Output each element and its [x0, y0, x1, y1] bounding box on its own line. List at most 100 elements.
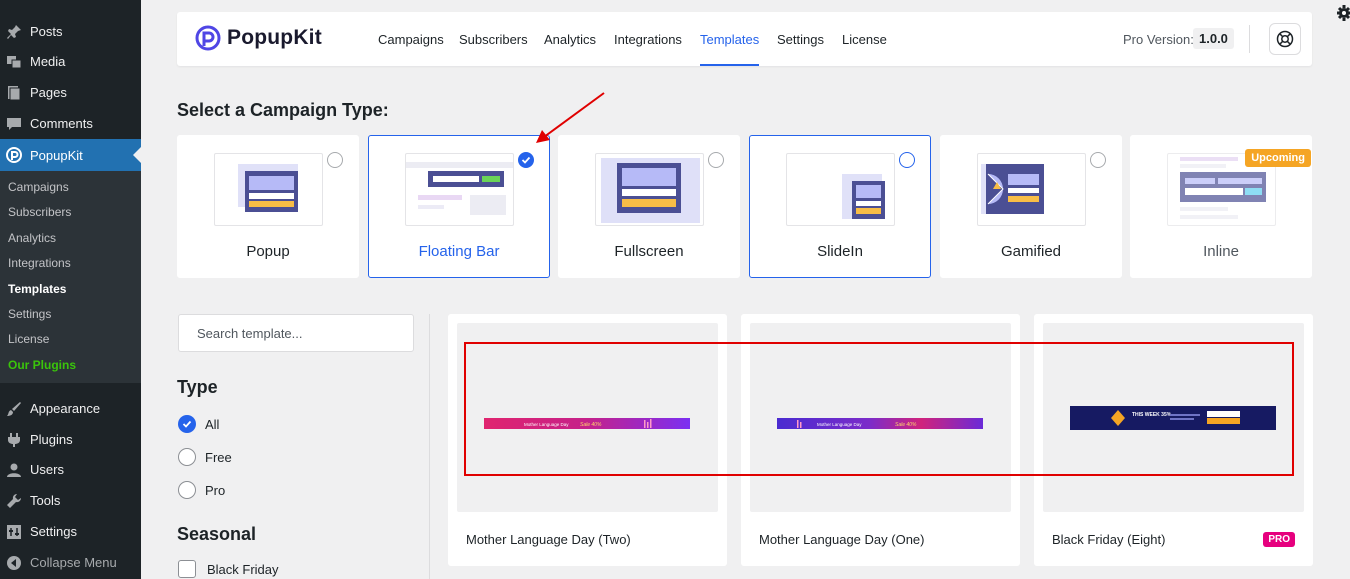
- sidebar-item-label: PopupKit: [30, 147, 83, 163]
- radio-free[interactable]: [178, 448, 196, 466]
- seasonal-filter-title: Seasonal: [177, 524, 257, 544]
- submenu-integrations[interactable]: Integrations: [8, 253, 71, 273]
- radio-slidein[interactable]: [899, 152, 915, 168]
- campaign-card-gamified[interactable]: Gamified: [940, 135, 1122, 278]
- radio-fullscreen[interactable]: [708, 152, 724, 168]
- type-option-label: Pro: [205, 482, 226, 498]
- nav-campaigns[interactable]: Campaigns: [378, 32, 444, 66]
- nav-settings[interactable]: Settings: [777, 32, 824, 66]
- type-option-pro[interactable]: Pro: [178, 481, 225, 499]
- check-icon: [521, 156, 531, 164]
- campaign-card-slidein[interactable]: SlideIn: [749, 135, 931, 278]
- annotation-highlight-box: [464, 342, 1294, 476]
- annotation-arrow: [536, 92, 605, 143]
- campaign-card-fullscreen[interactable]: Fullscreen: [558, 135, 740, 278]
- user-icon: [6, 462, 22, 478]
- submenu-campaigns[interactable]: Campaigns: [8, 177, 69, 197]
- campaign-label: Floating Bar: [418, 243, 500, 260]
- collapse-icon: [6, 555, 22, 571]
- comments-icon: [6, 116, 22, 132]
- submenu-our-plugins[interactable]: Our Plugins: [8, 355, 76, 375]
- nav-integrations[interactable]: Integrations: [614, 32, 682, 66]
- sidebar-item-label: Comments: [30, 116, 93, 131]
- sidebar-item-tools[interactable]: Tools: [0, 485, 141, 516]
- sidebar-item-label: Appearance: [30, 401, 101, 416]
- nav-analytics[interactable]: Analytics: [544, 32, 596, 66]
- pro-badge: PRO: [1263, 532, 1295, 547]
- sidebar-item-plugins[interactable]: Plugins: [0, 424, 141, 455]
- fullscreen-thumbnail: [595, 153, 704, 226]
- floating-bar-thumbnail: [405, 153, 514, 226]
- campaign-card-inline: Upcoming Inline: [1130, 135, 1312, 278]
- nav-templates[interactable]: Templates: [700, 32, 760, 66]
- pro-version-label: Pro Version:: [1123, 32, 1194, 47]
- help-button[interactable]: [1269, 23, 1301, 55]
- nav-license[interactable]: License: [842, 32, 887, 66]
- search-template-input[interactable]: [178, 314, 414, 352]
- gamified-thumbnail: [977, 153, 1086, 226]
- campaign-type-title: Select a Campaign Type:: [177, 100, 389, 120]
- template-name: Mother Language Day (Two): [466, 532, 631, 547]
- sidebar-item-popupkit[interactable]: PopupKit: [0, 139, 141, 171]
- seasonal-option-label: Black Friday: [207, 561, 279, 577]
- sidebar-item-media[interactable]: Media: [0, 46, 141, 77]
- seasonal-option-black-friday[interactable]: Black Friday: [178, 560, 279, 578]
- sidebar-item-users[interactable]: Users: [0, 454, 141, 485]
- campaign-label: Popup: [246, 243, 290, 260]
- collapse-menu-button[interactable]: Collapse Menu: [0, 547, 141, 578]
- popupkit-submenu: Campaigns Subscribers Analytics Integrat…: [0, 171, 141, 383]
- lifebuoy-icon: [1276, 30, 1294, 48]
- sidebar-item-label: Collapse Menu: [30, 555, 117, 570]
- pin-icon: [6, 24, 22, 40]
- type-option-free[interactable]: Free: [178, 448, 232, 466]
- pages-icon: [6, 85, 22, 101]
- sidebar-item-pages[interactable]: Pages: [0, 77, 141, 108]
- sidebar-item-appearance[interactable]: Appearance: [0, 393, 141, 424]
- campaign-label: SlideIn: [817, 243, 863, 260]
- popupkit-logo-icon: [195, 25, 221, 51]
- sidebar-item-label: Users: [30, 462, 64, 477]
- settings-icon: [6, 524, 22, 540]
- type-option-label: Free: [205, 449, 232, 465]
- type-option-all[interactable]: All: [178, 415, 219, 433]
- type-filter-title: Type: [177, 377, 218, 397]
- nav-subscribers[interactable]: Subscribers: [459, 32, 528, 66]
- radio-pro[interactable]: [178, 481, 196, 499]
- campaign-card-floating-bar[interactable]: Floating Bar: [368, 135, 550, 278]
- popupkit-icon: [6, 147, 22, 163]
- submenu-templates[interactable]: Templates: [8, 279, 66, 299]
- submenu-analytics[interactable]: Analytics: [8, 228, 56, 248]
- brand-name: PopupKit: [227, 26, 322, 49]
- type-option-label: All: [205, 416, 220, 432]
- check-icon: [182, 420, 192, 428]
- sidebar-item-label: Plugins: [30, 432, 73, 447]
- campaign-label: Inline: [1203, 243, 1239, 260]
- checkbox-black-friday[interactable]: [178, 560, 196, 578]
- radio-popup[interactable]: [327, 152, 343, 168]
- submenu-license[interactable]: License: [8, 329, 49, 349]
- gear-icon[interactable]: [1336, 4, 1350, 27]
- wrench-icon: [6, 493, 22, 509]
- upcoming-badge: Upcoming: [1245, 149, 1311, 167]
- sidebar-item-settings[interactable]: Settings: [0, 516, 141, 547]
- popupkit-header: PopupKit Campaigns Subscribers Analytics…: [177, 12, 1312, 66]
- submenu-settings[interactable]: Settings: [8, 304, 51, 324]
- campaign-card-popup[interactable]: Popup: [177, 135, 359, 278]
- radio-floating-bar[interactable]: [518, 152, 534, 168]
- submenu-subscribers[interactable]: Subscribers: [8, 202, 71, 222]
- sidebar-item-posts[interactable]: Posts: [0, 16, 141, 47]
- media-icon: [6, 54, 22, 70]
- sidebar-item-comments[interactable]: Comments: [0, 108, 141, 139]
- filter-divider: [429, 314, 430, 579]
- template-name: Mother Language Day (One): [759, 532, 925, 547]
- sidebar-item-label: Tools: [30, 493, 61, 508]
- popupkit-logo[interactable]: PopupKit: [195, 25, 322, 51]
- slidein-thumbnail: [786, 153, 895, 226]
- campaign-label: Fullscreen: [614, 243, 684, 260]
- campaign-label: Gamified: [1000, 243, 1062, 260]
- brush-icon: [6, 401, 22, 417]
- radio-gamified[interactable]: [1090, 152, 1106, 168]
- sidebar-item-label: Pages: [30, 85, 67, 100]
- sidebar-item-label: Media: [30, 54, 66, 69]
- radio-all[interactable]: [178, 415, 196, 433]
